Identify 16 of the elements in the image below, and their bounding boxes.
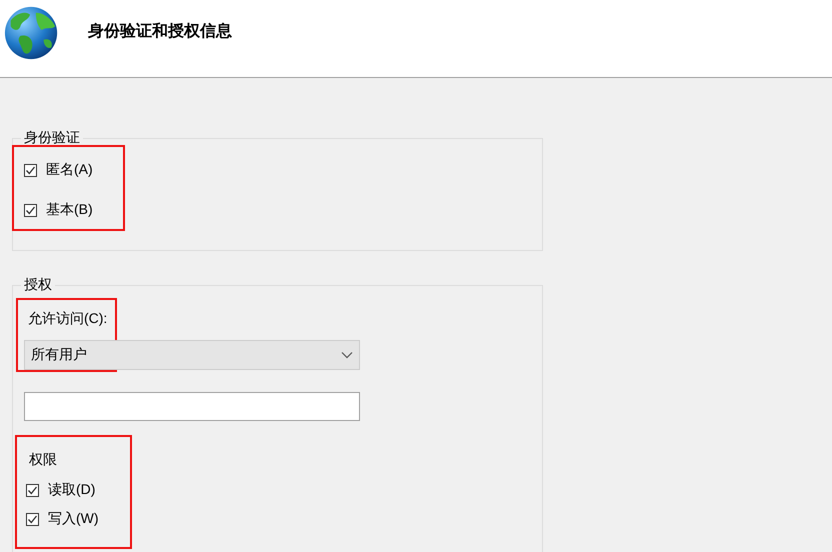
access-dropdown[interactable]: 所有用户 — [24, 340, 360, 370]
dialog-title: 身份验证和授权信息 — [88, 22, 232, 42]
checkbox-label[interactable]: 读取(D) — [48, 481, 96, 499]
field-label: 允许访问(C): — [28, 310, 108, 328]
checkbox-label[interactable]: 基本(B) — [46, 201, 93, 219]
chevron-down-icon — [341, 351, 353, 359]
checkbox[interactable] — [26, 512, 39, 526]
input-field[interactable] — [24, 392, 360, 421]
checkbox-label[interactable]: 写入(W) — [48, 510, 99, 528]
checkbox-label[interactable]: 匿名(A) — [46, 161, 93, 179]
group-legend: 授权 — [21, 276, 55, 294]
checkbox[interactable] — [26, 484, 39, 496]
group-legend: 身份验证 — [21, 129, 83, 147]
section-heading: 权限 — [29, 451, 58, 469]
checkbox[interactable] — [24, 164, 37, 176]
checkbox[interactable] — [24, 204, 37, 216]
